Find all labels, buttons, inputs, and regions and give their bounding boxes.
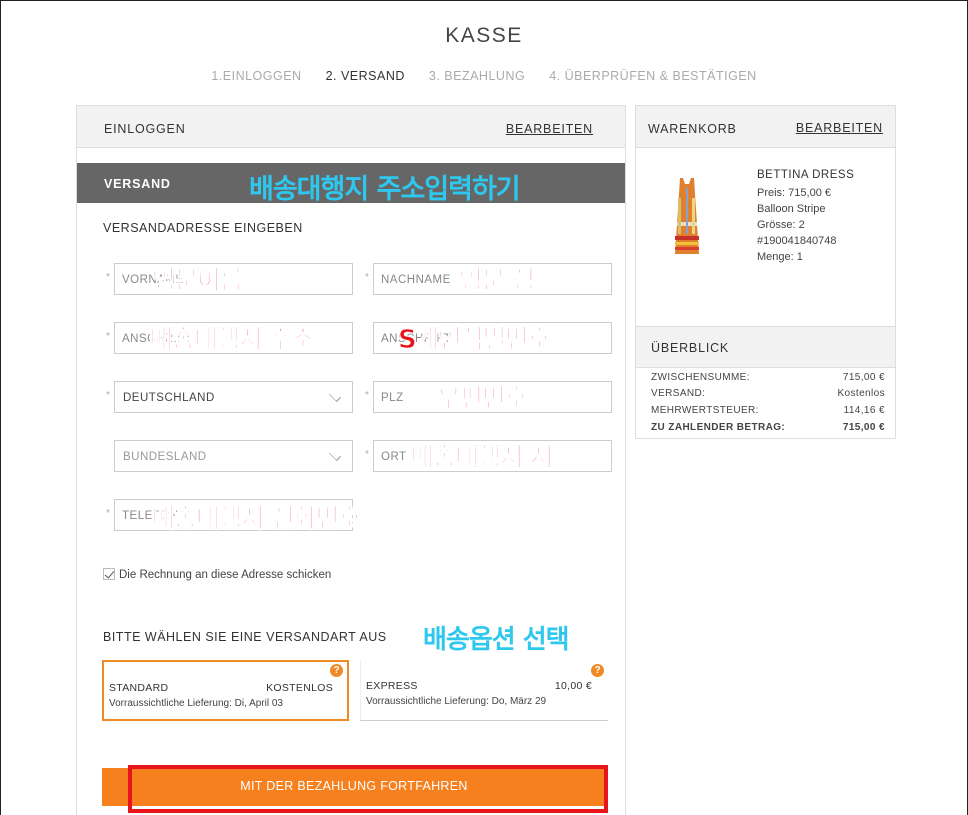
page-title: KASSE	[445, 24, 523, 47]
address-section-title: VERSANDADRESSE EINGEBEN	[103, 221, 303, 235]
shipping-cost-row: VERSAND: Kostenlos	[651, 388, 885, 399]
product-price: Preis: 715,00 €	[757, 187, 831, 199]
login-edit-link[interactable]: BEARBEITEN	[506, 122, 593, 136]
required-star: *	[106, 508, 110, 519]
total-row: ZU ZAHLENDER BETRAG: 715,00 €	[651, 422, 885, 433]
address-annotation: 배송대행지 주소	[149, 325, 316, 356]
step-payment: 3. BEZAHLUNG	[428, 69, 526, 83]
vat-row: MEHRWERTSTEUER: 114,16 €	[651, 405, 885, 416]
product-color: Balloon Stripe	[757, 203, 826, 215]
step-login[interactable]: 1.EINLOGGEN	[211, 69, 301, 83]
option-name: EXPRESS	[366, 680, 418, 692]
chevron-down-icon	[328, 389, 342, 403]
step-review: 4. ÜBERPRÜFEN & BESTÄTIGEN	[549, 69, 757, 83]
shipping-method-title: BITTE WÄHLEN SIE EINE VERSANDART AUS	[103, 630, 387, 644]
checkout-steps: 1.EINLOGGEN 2. VERSAND 3. BEZAHLUNG 4. Ü…	[0, 69, 968, 83]
required-star: *	[365, 390, 369, 401]
required-star: *	[106, 272, 110, 283]
continue-button-label[interactable]: MIT DER BEZAHLUNG FORTFAHREN	[76, 779, 632, 793]
shipping-option-standard[interactable]: STANDARD KOSTENLOS Vorraussichtliche Lie…	[102, 660, 349, 721]
checkbox-checked-icon[interactable]	[103, 568, 115, 580]
shipping-option-express[interactable]: EXPRESS 10,00 € Vorraussichtliche Liefer…	[360, 660, 608, 721]
required-star: *	[365, 449, 369, 460]
option-eta: Vorraussichtliche Lieferung: Do, März 29	[366, 696, 547, 707]
option-name: STANDARD	[109, 682, 169, 694]
subtotal-row: ZWISCHENSUMME: 715,00 €	[651, 372, 885, 383]
shipping-section-label: VERSAND	[104, 177, 171, 191]
country-select[interactable]: DEUTSCHLAND	[114, 381, 353, 413]
product-quantity: Menge: 1	[757, 251, 803, 263]
chevron-down-icon	[328, 448, 342, 462]
shipping-annotation: 배송대행지 주소입력하기	[249, 174, 521, 205]
overview-header: ÜBERBLICK	[636, 326, 895, 368]
cart-header: WARENKORB BEARBEITEN	[636, 106, 895, 148]
option-price: 10,00 €	[554, 680, 592, 692]
shipping-method-annotation: 배송옵션 선택	[423, 625, 570, 655]
firstname-annotation: 영문이름	[152, 266, 244, 297]
personal-id-annotation: S개인식별번호	[398, 325, 552, 356]
help-icon[interactable]: ?	[330, 664, 343, 677]
cart-edit-link[interactable]: BEARBEITEN	[796, 121, 883, 135]
product-sku: #190041840748	[757, 235, 837, 247]
product-size: Grösse: 2	[757, 219, 805, 231]
cart-label: WARENKORB	[648, 122, 737, 136]
shipping-section-header: VERSAND 배송대행지 주소입력하기	[77, 163, 625, 205]
cart-panel: WARENKORB BEARBEITEN BETTINA DRESS Preis…	[635, 105, 896, 439]
billing-checkbox-label: Die Rechnung an diese Adresse schicken	[119, 569, 332, 581]
login-section-header: EINLOGGEN BEARBEITEN	[77, 106, 625, 148]
required-star: *	[106, 331, 110, 342]
zip-annotation: 우편번호	[437, 384, 529, 415]
required-star: *	[106, 390, 110, 401]
option-price: KOSTENLOS	[266, 682, 333, 694]
login-section-label: EINLOGGEN	[104, 122, 186, 136]
billing-same-checkbox[interactable]: Die Rechnung an diese Adresse schicken	[103, 568, 331, 581]
help-icon[interactable]: ?	[591, 664, 604, 677]
state-select[interactable]: BUNDESLAND	[114, 440, 353, 472]
product-name[interactable]: BETTINA DRESS	[757, 169, 854, 181]
dress-product-image[interactable]	[668, 178, 706, 258]
overview-label: ÜBERBLICK	[651, 341, 730, 355]
phone-annotation: 배송대행지 전화번호	[150, 504, 362, 535]
step-shipping: 2. VERSAND	[325, 69, 405, 83]
lastname-annotation: 영문 성	[459, 266, 536, 297]
required-star: *	[365, 272, 369, 283]
city-annotation: 배송대행지 시	[409, 443, 554, 474]
option-eta: Vorraussichtliche Lieferung: Di, April 0…	[109, 698, 283, 709]
